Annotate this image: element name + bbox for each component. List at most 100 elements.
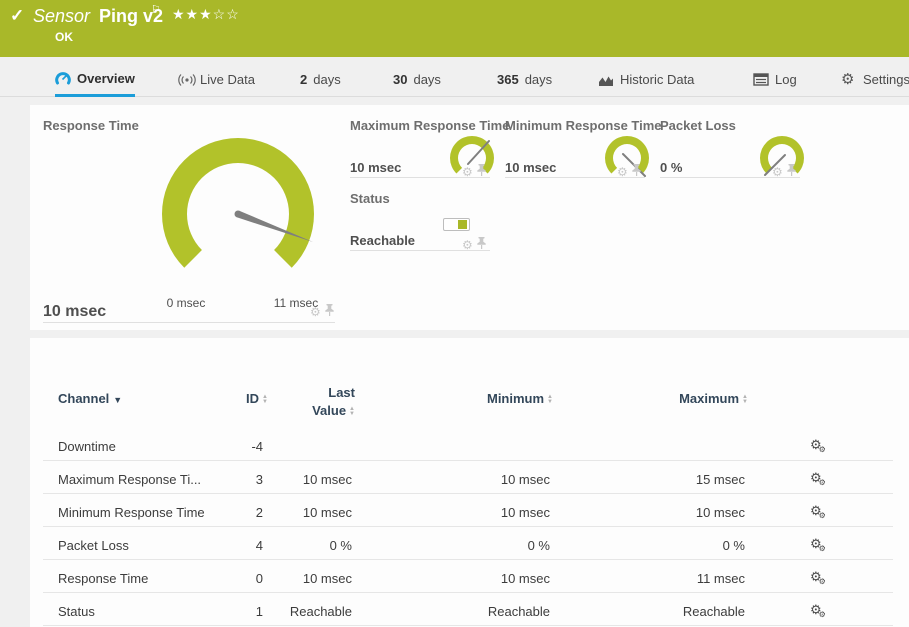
tab-overview[interactable]: Overview	[55, 62, 135, 97]
tab-historic-data[interactable]: Historic Data	[598, 62, 694, 97]
gauge-packet-loss-value: 0 %	[660, 160, 682, 175]
tab-number: 365	[497, 72, 519, 87]
cell-maximum: Reachable	[625, 604, 745, 619]
gauge-min-response-value: 10 msec	[505, 160, 556, 175]
gauge-underline	[350, 250, 490, 251]
sort-icon: ▲▼	[349, 407, 355, 417]
cell-last-value: 0 %	[252, 538, 352, 553]
tab-log[interactable]: Log	[753, 62, 797, 97]
column-header-id[interactable]: ID▲▼	[208, 391, 268, 406]
channel-settings-icon[interactable]: ⚙⚙	[810, 568, 829, 586]
cell-minimum: 10 msec	[430, 472, 550, 487]
cell-maximum: 15 msec	[625, 472, 745, 487]
gauge-max-response-value: 10 msec	[350, 160, 401, 175]
sort-icon: ▲▼	[547, 395, 553, 405]
cell-minimum: 0 %	[430, 538, 550, 553]
sensor-header: ✓ Sensor Ping v2 ⚐ ★★★☆☆ OK	[0, 0, 909, 57]
cell-channel: Response Time	[58, 571, 148, 586]
tab-label: days	[313, 72, 340, 87]
gear-icon: ⚙	[819, 544, 826, 553]
sort-icon: ▲▼	[742, 395, 748, 405]
row-divider	[43, 559, 893, 560]
tab-365-days[interactable]: 365 days	[497, 62, 552, 97]
gear-icon: ⚙	[819, 445, 826, 454]
gauge-response-time-title: Response Time	[43, 118, 139, 133]
cell-minimum: Reachable	[430, 604, 550, 619]
cell-maximum: 0 %	[625, 538, 745, 553]
gear-icon: ⚙	[819, 511, 826, 520]
gear-icon: ⚙	[819, 610, 826, 619]
gauge-underline	[660, 177, 800, 178]
column-header-last-value[interactable]: Last Value▲▼	[277, 384, 355, 420]
tab-number: 2	[300, 72, 307, 87]
tab-2-days[interactable]: 2 days	[300, 62, 341, 97]
tab-label: Overview	[77, 71, 135, 86]
gauge-icon	[55, 71, 71, 85]
row-divider	[43, 592, 893, 593]
response-time-gauge	[148, 124, 328, 304]
gauge-underline	[43, 322, 335, 323]
sensor-kind-label: Sensor	[33, 6, 90, 27]
column-header-maximum[interactable]: Maximum▲▼	[628, 391, 748, 406]
row-divider	[43, 526, 893, 527]
column-header-channel[interactable]: Channel▼	[58, 391, 122, 406]
cell-last-value: 10 msec	[252, 505, 352, 520]
stars-filled: ★★★	[172, 6, 213, 22]
tab-label: days	[525, 72, 552, 87]
pin-icon[interactable]	[325, 304, 334, 319]
cell-channel: Minimum Response Time	[58, 505, 205, 520]
gauge-packet-loss-title: Packet Loss	[660, 118, 736, 133]
column-header-label: Minimum	[487, 391, 544, 406]
tab-settings[interactable]: ⚙ Settings	[841, 62, 909, 97]
row-divider	[43, 460, 893, 461]
channel-settings-icon[interactable]: ⚙⚙	[810, 469, 829, 487]
cell-channel: Maximum Response Ti...	[58, 472, 201, 487]
gear-icon: ⚙	[819, 577, 826, 586]
column-header-minimum[interactable]: Minimum▲▼	[433, 391, 553, 406]
cell-last-value: 10 msec	[252, 571, 352, 586]
cell-channel: Status	[58, 604, 95, 619]
channel-settings-icon[interactable]: ⚙⚙	[810, 436, 829, 454]
tab-label: Log	[775, 72, 797, 87]
flag-icon[interactable]: ⚐	[151, 3, 161, 16]
cell-channel: Downtime	[58, 439, 116, 454]
gauge-status-title: Status	[350, 191, 390, 206]
tab-label: Historic Data	[620, 72, 694, 87]
cell-id: -4	[208, 439, 263, 454]
status-toggle	[443, 218, 470, 231]
sort-icon: ▲▼	[262, 395, 268, 405]
gauge-status-value: Reachable	[350, 233, 415, 248]
status-toggle-knob	[458, 220, 467, 229]
log-icon	[753, 73, 769, 87]
cell-last-value: 10 msec	[252, 472, 352, 487]
tab-30-days[interactable]: 30 days	[393, 62, 441, 97]
cell-minimum: 10 msec	[430, 571, 550, 586]
tab-label: Settings	[863, 72, 909, 87]
tab-live-data[interactable]: Live Data	[178, 62, 255, 97]
live-data-icon	[178, 73, 194, 87]
channel-settings-icon[interactable]: ⚙⚙	[810, 535, 829, 553]
status-badge: OK	[55, 30, 73, 44]
cell-last-value: Reachable	[252, 604, 352, 619]
gauge-response-time-value: 10 msec	[43, 303, 106, 321]
gauge-footer-icons: ⚙	[310, 304, 334, 319]
column-header-label: Last	[328, 385, 355, 400]
cell-maximum: 10 msec	[625, 505, 745, 520]
gauge-scale-min: 0 msec	[158, 296, 214, 310]
row-divider	[43, 493, 893, 494]
gear-icon: ⚙	[841, 73, 857, 87]
priority-stars[interactable]: ★★★☆☆	[172, 6, 240, 23]
cell-minimum: 10 msec	[430, 505, 550, 520]
cell-channel: Packet Loss	[58, 538, 129, 553]
tab-label: Live Data	[200, 72, 255, 87]
gear-icon[interactable]: ⚙	[310, 305, 321, 319]
gear-icon: ⚙	[819, 478, 826, 487]
sort-desc-icon: ▼	[113, 395, 122, 405]
gauge-underline	[350, 177, 490, 178]
channel-settings-icon[interactable]: ⚙⚙	[810, 601, 829, 619]
row-divider	[43, 625, 893, 626]
column-header-label: ID	[246, 391, 259, 406]
channel-settings-icon[interactable]: ⚙⚙	[810, 502, 829, 520]
column-header-label: Maximum	[679, 391, 739, 406]
gauge-underline	[505, 177, 645, 178]
